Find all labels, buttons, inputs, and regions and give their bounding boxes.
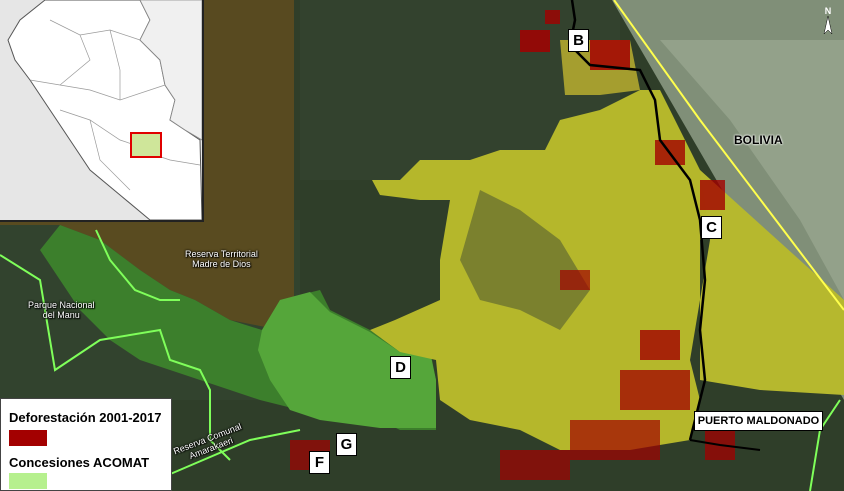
label-parque-manu: Parque Nacional del Manu	[28, 300, 95, 321]
north-letter: N	[825, 6, 832, 16]
legend-concessions-label: Concesiones ACOMAT	[9, 455, 150, 470]
legend-deforestation-label: Deforestación 2001-2017	[9, 410, 162, 425]
marker-c[interactable]: C	[701, 216, 722, 239]
legend: Deforestación 2001-2017 Concesiones ACOM…	[0, 398, 172, 491]
label-puerto-maldonado: PUERTO MALDONADO	[694, 411, 823, 431]
marker-g[interactable]: G	[336, 433, 357, 456]
north-arrow-icon: N	[823, 6, 833, 35]
legend-deforestation-swatch	[9, 430, 47, 446]
inset-map	[0, 0, 204, 222]
marker-d[interactable]: D	[390, 356, 411, 379]
legend-concessions-swatch	[9, 473, 47, 489]
marker-f[interactable]: F	[309, 451, 330, 474]
label-bolivia: BOLIVIA	[734, 133, 783, 147]
marker-b[interactable]: B	[568, 29, 589, 52]
label-reserva-territorial: Reserva Territorial Madre de Dios	[185, 249, 258, 270]
inset-highlight	[130, 132, 162, 158]
